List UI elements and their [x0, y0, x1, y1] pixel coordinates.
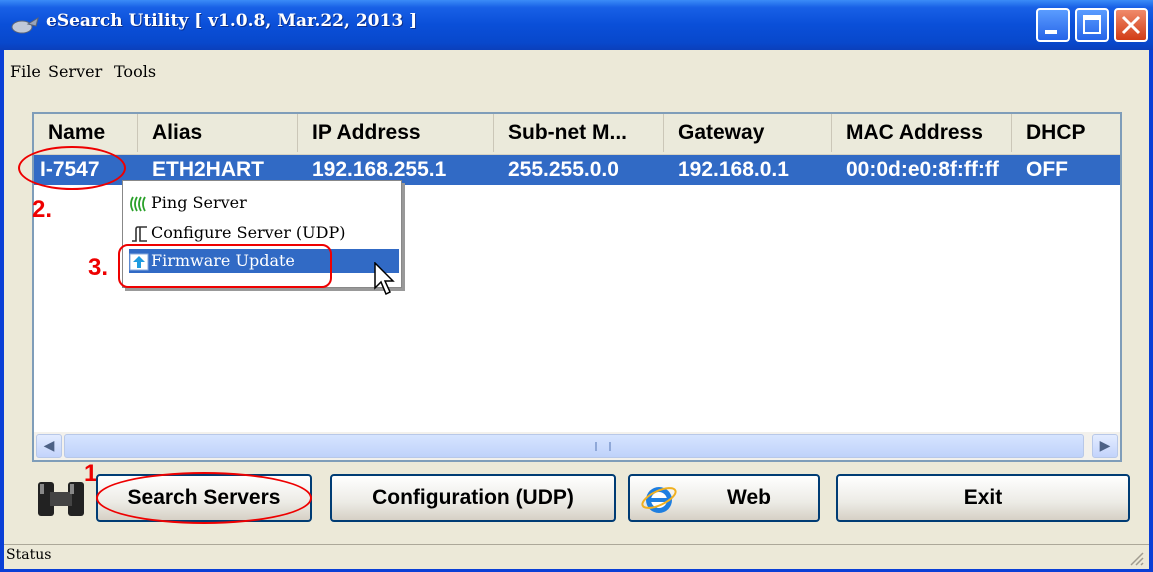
resize-grip-icon[interactable] — [1127, 549, 1145, 567]
column-gateway[interactable]: Gateway — [664, 114, 832, 152]
annotation-oval-name — [18, 146, 126, 190]
column-ip-address[interactable]: IP Address — [298, 114, 494, 152]
annotation-oval-firmware — [118, 244, 332, 288]
status-bar: Status — [4, 544, 1149, 569]
exit-button[interactable]: Exit — [836, 474, 1130, 522]
minimize-button[interactable] — [1036, 8, 1070, 42]
cell-dhcp: OFF — [1026, 158, 1068, 181]
annotation-step-3: 3. — [88, 254, 109, 281]
web-label: Web — [727, 486, 771, 509]
exit-label: Exit — [963, 486, 1003, 509]
web-button[interactable]: Web — [628, 474, 820, 522]
cell-mac: 00:0d:e0:8f:ff:ff — [846, 158, 999, 181]
app-window: eSearch Utility [ v1.0.8, Mar.22, 2013 ]… — [0, 0, 1153, 572]
menu-bar: File Server Tools — [4, 50, 1149, 92]
menu-file[interactable]: File — [10, 62, 41, 81]
ping-server-label: Ping Server — [151, 193, 247, 212]
column-alias[interactable]: Alias — [138, 114, 298, 152]
menu-tools[interactable]: Tools — [114, 62, 156, 81]
mouse-pointer-icon — [374, 262, 395, 296]
internet-explorer-icon — [641, 487, 677, 513]
app-icon — [11, 16, 39, 34]
maximize-button[interactable] — [1075, 8, 1109, 42]
signal-waves-icon — [130, 196, 146, 211]
status-text: Status — [6, 547, 52, 563]
configuration-udp-label: Configuration (UDP) — [372, 486, 574, 509]
maximize-icon — [1083, 15, 1101, 34]
column-mac-address[interactable]: MAC Address — [832, 114, 1012, 152]
configure-icon — [132, 225, 147, 242]
horizontal-scrollbar[interactable]: ◀ ▶ — [34, 432, 1120, 460]
grip-icon — [595, 442, 611, 451]
close-button[interactable] — [1114, 8, 1148, 42]
cell-subnet: 255.255.0.0 — [508, 158, 619, 181]
column-dhcp[interactable]: DHCP — [1012, 114, 1120, 152]
configure-server-label: Configure Server (UDP) — [151, 223, 346, 242]
menu-item-ping-server[interactable]: Ping Server — [129, 191, 247, 215]
scroll-right-button[interactable]: ▶ — [1092, 434, 1118, 458]
cell-gateway: 192.168.0.1 — [678, 158, 789, 181]
menu-server[interactable]: Server — [48, 62, 102, 81]
scroll-left-button[interactable]: ◀ — [36, 434, 62, 458]
binoculars-icon — [38, 482, 84, 516]
column-subnet[interactable]: Sub-net M... — [494, 114, 664, 152]
menu-item-configure-server[interactable]: Configure Server (UDP) — [129, 221, 345, 245]
annotation-oval-search — [96, 472, 312, 524]
configuration-udp-button[interactable]: Configuration (UDP) — [330, 474, 616, 522]
title-bar[interactable]: eSearch Utility [ v1.0.8, Mar.22, 2013 ] — [0, 0, 1153, 50]
list-header: Name Alias IP Address Sub-net M... Gatew… — [34, 114, 1120, 156]
close-icon — [1121, 15, 1141, 35]
window-title: eSearch Utility [ v1.0.8, Mar.22, 2013 ] — [46, 11, 418, 31]
scroll-thumb[interactable] — [64, 434, 1084, 458]
annotation-step-2: 2. — [32, 196, 53, 223]
minimize-icon — [1045, 30, 1057, 34]
